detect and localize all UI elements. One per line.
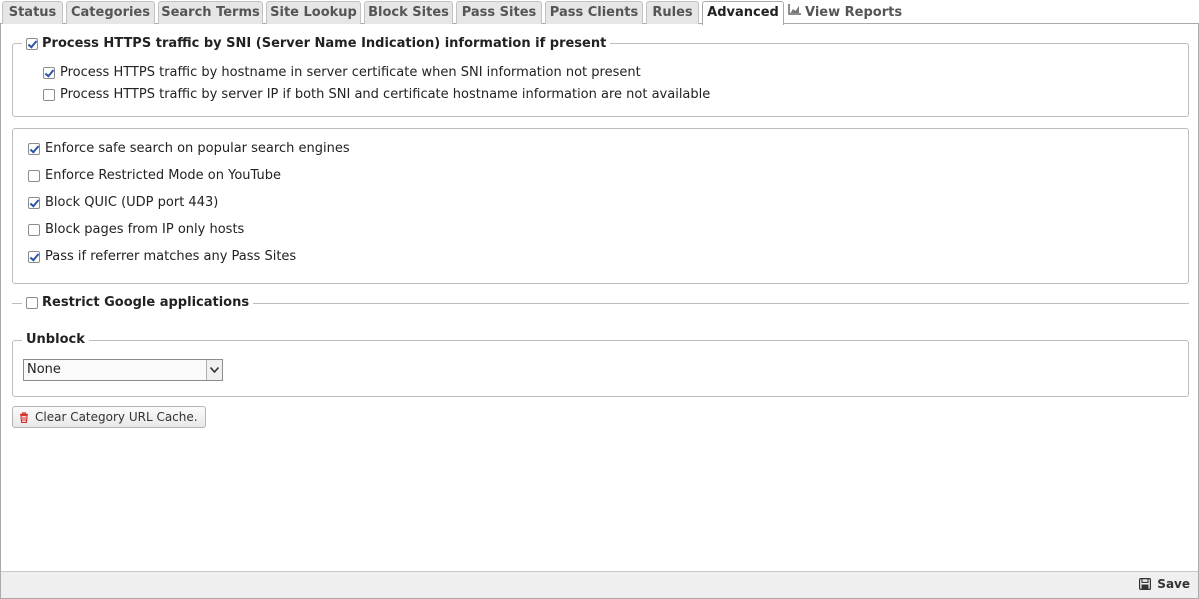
tab-site-lookup[interactable]: Site Lookup: [266, 1, 361, 24]
tab-categories[interactable]: Categories: [66, 1, 155, 24]
block-quic-checkbox[interactable]: [28, 197, 40, 209]
trash-icon: [19, 411, 29, 423]
block-quic-option[interactable]: Block QUIC (UDP port 443): [28, 195, 218, 211]
safe-search-option[interactable]: Enforce safe search on popular search en…: [28, 141, 350, 157]
tab-status[interactable]: Status: [2, 1, 63, 24]
clear-category-cache-label: Clear Category URL Cache.: [35, 410, 198, 424]
tab-block-sites[interactable]: Block Sites: [364, 1, 453, 24]
tab-search-terms[interactable]: Search Terms: [158, 1, 263, 24]
https-sni-legend: Process HTTPS traffic by SNI (Server Nam…: [22, 36, 611, 52]
floppy-disk-icon: [1139, 578, 1152, 590]
tab-advanced[interactable]: Advanced: [702, 1, 784, 25]
youtube-restricted-label: Enforce Restricted Mode on YouTube: [45, 168, 281, 183]
unblock-select-value: None: [27, 362, 61, 377]
save-label: Save: [1157, 577, 1190, 591]
unblock-select[interactable]: None: [23, 359, 223, 381]
youtube-restricted-option[interactable]: Enforce Restricted Mode on YouTube: [28, 168, 281, 184]
pass-referrer-label: Pass if referrer matches any Pass Sites: [45, 249, 297, 264]
tab-pass-sites[interactable]: Pass Sites: [456, 1, 542, 24]
tab-bar: Status Categories Search Terms Site Look…: [0, 0, 1199, 25]
chart-icon: [788, 1, 801, 22]
https-hostname-checkbox[interactable]: [43, 67, 55, 79]
unblock-legend: Unblock: [22, 332, 89, 348]
youtube-restricted-checkbox[interactable]: [28, 170, 40, 182]
block-ip-hosts-checkbox[interactable]: [28, 224, 40, 236]
https-sni-label: Process HTTPS traffic by SNI (Server Nam…: [42, 36, 607, 51]
block-ip-hosts-label: Block pages from IP only hosts: [45, 222, 245, 237]
tab-view-reports[interactable]: View Reports: [787, 1, 903, 24]
https-server-ip-label: Process HTTPS traffic by server IP if bo…: [60, 87, 711, 102]
google-restrict-label: Restrict Google applications: [42, 295, 250, 310]
https-hostname-label: Process HTTPS traffic by hostname in ser…: [60, 65, 641, 80]
https-server-ip-option[interactable]: Process HTTPS traffic by server IP if bo…: [43, 87, 710, 103]
google-restrict-checkbox[interactable]: [26, 297, 38, 309]
chevron-down-icon: [206, 360, 222, 380]
clear-category-cache-button[interactable]: Clear Category URL Cache.: [12, 406, 206, 428]
https-server-ip-checkbox[interactable]: [43, 89, 55, 101]
https-sni-checkbox[interactable]: [26, 38, 38, 50]
block-ip-hosts-option[interactable]: Block pages from IP only hosts: [28, 222, 244, 238]
https-hostname-option[interactable]: Process HTTPS traffic by hostname in ser…: [43, 65, 641, 81]
tab-rules[interactable]: Rules: [646, 1, 699, 24]
tab-pass-clients[interactable]: Pass Clients: [545, 1, 643, 24]
google-restrict-legend: Restrict Google applications: [22, 295, 254, 311]
block-quic-label: Block QUIC (UDP port 443): [45, 195, 219, 210]
safe-search-checkbox[interactable]: [28, 143, 40, 155]
pass-referrer-checkbox[interactable]: [28, 251, 40, 263]
tab-view-reports-label: View Reports: [805, 5, 903, 20]
safe-search-label: Enforce safe search on popular search en…: [45, 141, 350, 156]
save-button[interactable]: Save: [1139, 577, 1190, 591]
pass-referrer-option[interactable]: Pass if referrer matches any Pass Sites: [28, 249, 296, 265]
advanced-panel: Process HTTPS traffic by SNI (Server Nam…: [0, 24, 1199, 599]
footer-bar: Save: [1, 571, 1198, 598]
